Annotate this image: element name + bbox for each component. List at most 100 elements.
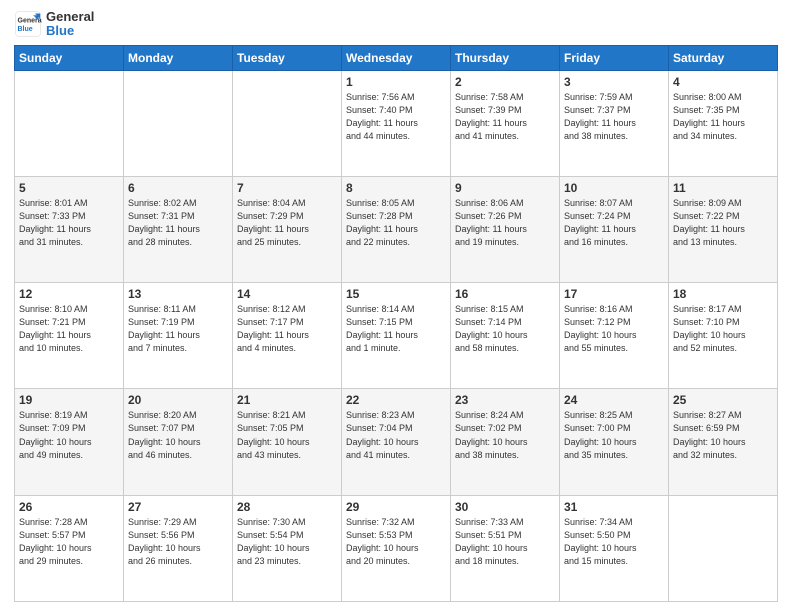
day-info: Sunrise: 8:04 AM Sunset: 7:29 PM Dayligh… [237, 197, 337, 249]
day-info: Sunrise: 8:21 AM Sunset: 7:05 PM Dayligh… [237, 409, 337, 461]
weekday-header-friday: Friday [560, 45, 669, 70]
day-number: 6 [128, 181, 228, 195]
logo: General Blue General Blue [14, 10, 94, 39]
calendar-cell: 11 Sunrise: 8:09 AM Sunset: 7:22 PM Dayli… [669, 176, 778, 282]
day-number: 7 [237, 181, 337, 195]
day-info: Sunrise: 8:12 AM Sunset: 7:17 PM Dayligh… [237, 303, 337, 355]
day-info: Sunrise: 7:56 AM Sunset: 7:40 PM Dayligh… [346, 91, 446, 143]
calendar-cell: 27Sunrise: 7:29 AM Sunset: 5:56 PM Dayli… [124, 495, 233, 601]
calendar-cell: 15 Sunrise: 8:14 AM Sunset: 7:15 PM Dayli… [342, 283, 451, 389]
calendar-cell [669, 495, 778, 601]
day-info: Sunrise: 8:24 AM Sunset: 7:02 PM Dayligh… [455, 409, 555, 461]
day-info: Sunrise: 8:27 AM Sunset: 6:59 PM Dayligh… [673, 409, 773, 461]
calendar-cell: 25 Sunrise: 8:27 AM Sunset: 6:59 PM Dayli… [669, 389, 778, 495]
day-number: 20 [128, 393, 228, 407]
calendar-cell [233, 70, 342, 176]
weekday-header-tuesday: Tuesday [233, 45, 342, 70]
day-number: 22 [346, 393, 446, 407]
day-number: 29 [346, 500, 446, 514]
day-number: 13 [128, 287, 228, 301]
day-number: 30 [455, 500, 555, 514]
page: General Blue General Blue SundayMondayTu… [0, 0, 792, 612]
day-info: Sunrise: 8:25 AM Sunset: 7:00 PM Dayligh… [564, 409, 664, 461]
weekday-header-thursday: Thursday [451, 45, 560, 70]
calendar-cell: 28 Sunrise: 7:30 AM Sunset: 5:54 PM Dayli… [233, 495, 342, 601]
day-number: 11 [673, 181, 773, 195]
day-number: 16 [455, 287, 555, 301]
calendar-cell: 17 Sunrise: 8:16 AM Sunset: 7:12 PM Dayli… [560, 283, 669, 389]
calendar-cell: 24 Sunrise: 8:25 AM Sunset: 7:00 PM Dayli… [560, 389, 669, 495]
calendar-cell: 29Sunrise: 7:32 AM Sunset: 5:53 PM Dayli… [342, 495, 451, 601]
header: General Blue General Blue [14, 10, 778, 39]
logo-text: General Blue [46, 10, 94, 39]
calendar-cell: 14 Sunrise: 8:12 AM Sunset: 7:17 PM Dayli… [233, 283, 342, 389]
calendar-cell: 19 Sunrise: 8:19 AM Sunset: 7:09 PM Dayli… [15, 389, 124, 495]
day-number: 5 [19, 181, 119, 195]
day-number: 26 [19, 500, 119, 514]
day-info: Sunrise: 8:19 AM Sunset: 7:09 PM Dayligh… [19, 409, 119, 461]
weekday-header-monday: Monday [124, 45, 233, 70]
calendar-cell: 20 Sunrise: 8:20 AM Sunset: 7:07 PM Dayli… [124, 389, 233, 495]
calendar-cell: 13 Sunrise: 8:11 AM Sunset: 7:19 PM Dayli… [124, 283, 233, 389]
day-info: Sunrise: 8:05 AM Sunset: 7:28 PM Dayligh… [346, 197, 446, 249]
day-number: 28 [237, 500, 337, 514]
day-info: Sunrise: 7:33 AM Sunset: 5:51 PM Dayligh… [455, 516, 555, 568]
day-number: 17 [564, 287, 664, 301]
day-info: Sunrise: 8:02 AM Sunset: 7:31 PM Dayligh… [128, 197, 228, 249]
logo-icon: General Blue [14, 10, 42, 38]
day-number: 9 [455, 181, 555, 195]
calendar-cell: 9 Sunrise: 8:06 AM Sunset: 7:26 PM Daylig… [451, 176, 560, 282]
day-info: Sunrise: 7:30 AM Sunset: 5:54 PM Dayligh… [237, 516, 337, 568]
day-info: Sunrise: 8:01 AM Sunset: 7:33 PM Dayligh… [19, 197, 119, 249]
calendar-cell: 2Sunrise: 7:58 AM Sunset: 7:39 PM Daylig… [451, 70, 560, 176]
day-number: 15 [346, 287, 446, 301]
day-number: 31 [564, 500, 664, 514]
day-number: 21 [237, 393, 337, 407]
calendar-cell: 30 Sunrise: 7:33 AM Sunset: 5:51 PM Dayli… [451, 495, 560, 601]
calendar-cell: 4 Sunrise: 8:00 AM Sunset: 7:35 PM Daylig… [669, 70, 778, 176]
day-info: Sunrise: 8:00 AM Sunset: 7:35 PM Dayligh… [673, 91, 773, 143]
day-number: 12 [19, 287, 119, 301]
day-info: Sunrise: 8:07 AM Sunset: 7:24 PM Dayligh… [564, 197, 664, 249]
day-info: Sunrise: 8:09 AM Sunset: 7:22 PM Dayligh… [673, 197, 773, 249]
calendar-cell: 21 Sunrise: 8:21 AM Sunset: 7:05 PM Dayli… [233, 389, 342, 495]
day-number: 18 [673, 287, 773, 301]
calendar-cell: 18 Sunrise: 8:17 AM Sunset: 7:10 PM Dayli… [669, 283, 778, 389]
weekday-header-wednesday: Wednesday [342, 45, 451, 70]
day-number: 23 [455, 393, 555, 407]
day-info: Sunrise: 7:34 AM Sunset: 5:50 PM Dayligh… [564, 516, 664, 568]
day-info: Sunrise: 8:10 AM Sunset: 7:21 PM Dayligh… [19, 303, 119, 355]
calendar-cell: 7 Sunrise: 8:04 AM Sunset: 7:29 PM Daylig… [233, 176, 342, 282]
day-info: Sunrise: 8:11 AM Sunset: 7:19 PM Dayligh… [128, 303, 228, 355]
day-number: 25 [673, 393, 773, 407]
day-info: Sunrise: 7:29 AM Sunset: 5:56 PM Dayligh… [128, 516, 228, 568]
day-info: Sunrise: 7:28 AM Sunset: 5:57 PM Dayligh… [19, 516, 119, 568]
calendar-cell: 1 Sunrise: 7:56 AM Sunset: 7:40 PM Daylig… [342, 70, 451, 176]
day-info: Sunrise: 8:23 AM Sunset: 7:04 PM Dayligh… [346, 409, 446, 461]
day-number: 10 [564, 181, 664, 195]
svg-text:Blue: Blue [18, 26, 33, 33]
day-info: Sunrise: 7:59 AM Sunset: 7:37 PM Dayligh… [564, 91, 664, 143]
day-number: 3 [564, 75, 664, 89]
calendar-cell: 23 Sunrise: 8:24 AM Sunset: 7:02 PM Dayli… [451, 389, 560, 495]
day-number: 8 [346, 181, 446, 195]
day-info: Sunrise: 7:58 AM Sunset: 7:39 PM Dayligh… [455, 91, 555, 143]
calendar-cell: 5 Sunrise: 8:01 AM Sunset: 7:33 PM Daylig… [15, 176, 124, 282]
weekday-header-saturday: Saturday [669, 45, 778, 70]
calendar-cell: 8 Sunrise: 8:05 AM Sunset: 7:28 PM Daylig… [342, 176, 451, 282]
calendar-cell: 3 Sunrise: 7:59 AM Sunset: 7:37 PM Daylig… [560, 70, 669, 176]
day-info: Sunrise: 8:20 AM Sunset: 7:07 PM Dayligh… [128, 409, 228, 461]
calendar-cell [124, 70, 233, 176]
day-number: 24 [564, 393, 664, 407]
day-number: 1 [346, 75, 446, 89]
day-info: Sunrise: 8:17 AM Sunset: 7:10 PM Dayligh… [673, 303, 773, 355]
day-info: Sunrise: 8:06 AM Sunset: 7:26 PM Dayligh… [455, 197, 555, 249]
calendar-table: SundayMondayTuesdayWednesdayThursdayFrid… [14, 45, 778, 602]
day-number: 4 [673, 75, 773, 89]
day-info: Sunrise: 8:15 AM Sunset: 7:14 PM Dayligh… [455, 303, 555, 355]
day-info: Sunrise: 8:14 AM Sunset: 7:15 PM Dayligh… [346, 303, 446, 355]
day-number: 19 [19, 393, 119, 407]
day-number: 14 [237, 287, 337, 301]
calendar-cell: 31 Sunrise: 7:34 AM Sunset: 5:50 PM Dayli… [560, 495, 669, 601]
day-info: Sunrise: 8:16 AM Sunset: 7:12 PM Dayligh… [564, 303, 664, 355]
